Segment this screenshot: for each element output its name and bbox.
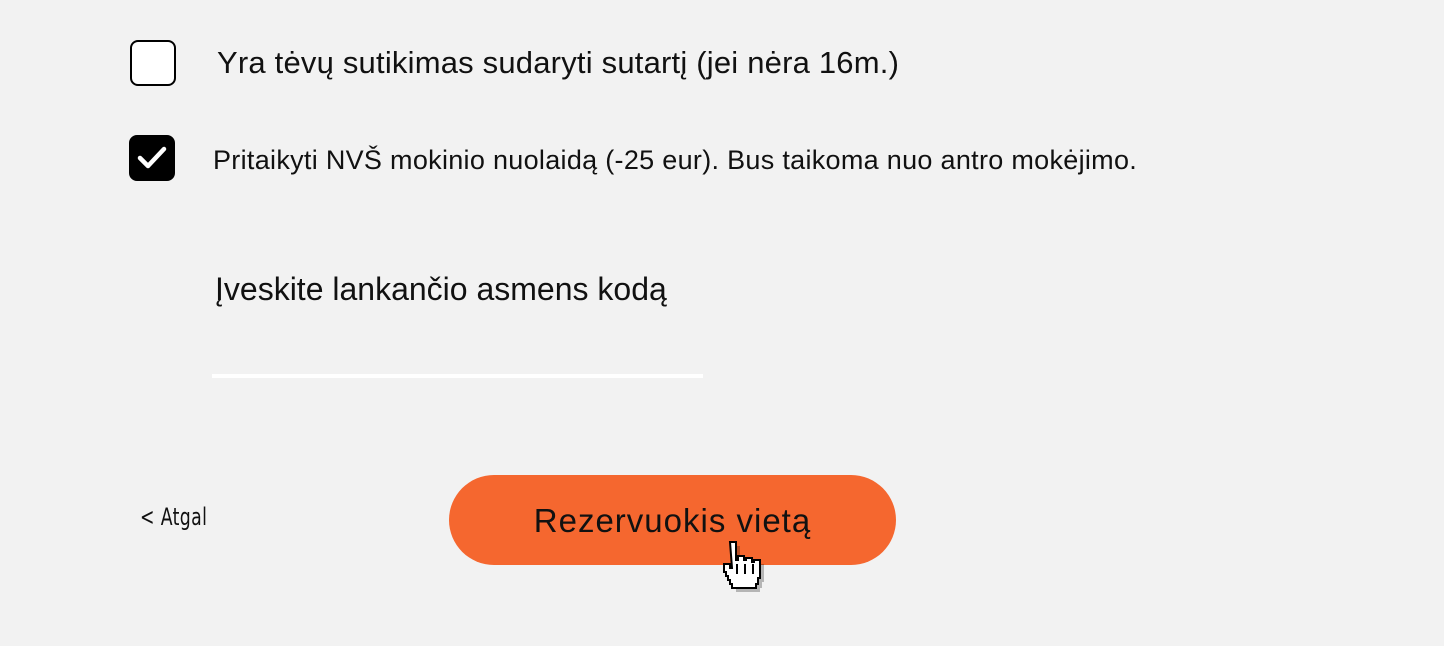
parent-consent-label[interactable]: Yra tėvų sutikimas sudaryti sutartį (jei…	[217, 45, 899, 81]
back-link[interactable]: < Atgal	[140, 503, 207, 531]
nvs-discount-checkbox[interactable]	[129, 135, 175, 181]
nvs-discount-label[interactable]: Pritaikyti NVŠ mokinio nuolaidą (-25 eur…	[213, 145, 1137, 176]
reserve-button[interactable]: Rezervuokis vietą	[449, 475, 896, 565]
check-icon	[137, 146, 167, 169]
parent-consent-checkbox[interactable]	[130, 40, 176, 86]
personal-code-label: Įveskite lankančio asmens kodą	[215, 271, 667, 307]
personal-code-input[interactable]	[212, 330, 703, 378]
reservation-form-page: Yra tėvų sutikimas sudaryti sutartį (jei…	[0, 0, 1444, 646]
